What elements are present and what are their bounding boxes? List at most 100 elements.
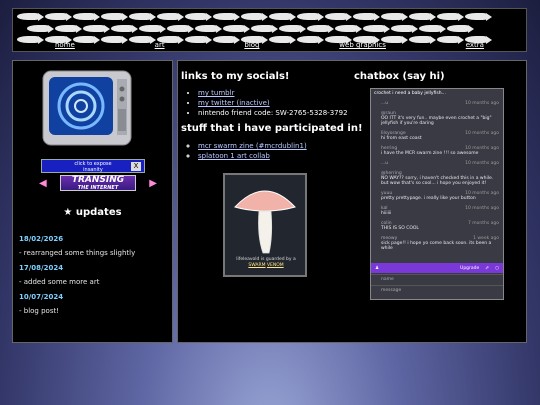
update-date: 10/07/2024	[19, 293, 64, 301]
fish-icon	[195, 25, 222, 33]
chat-top-message: crochet i need a baby jellyfish...	[374, 91, 446, 96]
chat-timestamp: 10 months ago	[465, 161, 499, 166]
mushroom-icon	[234, 190, 296, 254]
mushroom-caption: lifeleavold is guarded by a SWARM VENOM	[227, 257, 305, 269]
fish-icon	[353, 13, 380, 21]
nav-link-art[interactable]: art	[155, 41, 165, 49]
fish-icon	[185, 13, 212, 21]
chat-timestamp: 10 months ago	[465, 131, 499, 136]
user-icon[interactable]: ♟	[375, 266, 379, 271]
chat-timestamp: 10 months ago	[465, 191, 499, 196]
fish-icon	[213, 13, 240, 21]
nav-link-home[interactable]: home	[55, 41, 75, 49]
transing-badge[interactable]: ◀ TRANSING THE INTERNET ▶	[39, 175, 157, 191]
swarm-link[interactable]: SWARM	[248, 263, 265, 268]
chat-message: @raun OO ITT it's very fun.. maybe even c…	[371, 108, 503, 128]
external-link-icon[interactable]: ⇗	[485, 266, 489, 271]
fish-icon	[325, 13, 352, 21]
list-item: my tumblr	[198, 89, 348, 97]
chatbox-heading: chatbox (say hi)	[354, 71, 445, 82]
left-panel: click to expose insanity X ◀ TRANSING TH…	[12, 60, 173, 343]
fish-icon	[45, 13, 72, 21]
fish-icon	[129, 13, 156, 21]
chat-text: hiiiiii	[381, 211, 392, 216]
fish-icon	[335, 25, 362, 33]
nav-link-blog[interactable]: blog	[244, 41, 259, 49]
fish-icon	[83, 25, 110, 33]
chat-messages[interactable]: ...u 10 months ago @raun OO ITT it's very f…	[371, 98, 503, 253]
fish-icon	[409, 13, 436, 21]
chat-message: ...u 10 months ago	[371, 158, 503, 168]
chat-message: meowy 1 week ago sick page!! i hope yo com…	[371, 233, 503, 253]
fish-icon	[241, 13, 268, 21]
chat-message: yuuu 10 months ago pretty prettypage. i re…	[371, 188, 503, 203]
fish-icon	[269, 13, 296, 21]
list-item: mcr swarm zine (#mcrdublin1)	[198, 142, 307, 150]
chat-timestamp: 10 months ago	[465, 101, 499, 106]
socials-heading: links to my socials!	[181, 71, 290, 82]
fish-pattern-row	[13, 11, 526, 23]
fish-icon	[27, 25, 54, 33]
fish-icon	[419, 25, 446, 33]
fish-icon	[139, 25, 166, 33]
badge-line2: insanity	[83, 167, 103, 173]
list-item: my twitter (inactive)	[198, 99, 348, 107]
upgrade-link[interactable]: Upgrade	[460, 266, 479, 271]
chat-timestamp: 1 week ago	[473, 236, 499, 241]
chat-text: THIS IS SO COOL	[381, 226, 419, 231]
fish-icon	[167, 25, 194, 33]
fish-icon	[391, 25, 418, 33]
chat-text: sick page!! i hope yo come back soon. it…	[381, 241, 492, 251]
participated-heading: stuff that i have participated in!	[181, 123, 363, 134]
fish-icon	[223, 25, 250, 33]
chat-text: hi from east coast	[381, 136, 422, 141]
chat-message: herring 10 months ago i have the MCR swarm…	[371, 143, 503, 158]
fish-icon	[363, 25, 390, 33]
twitter-link[interactable]: my twitter (inactive)	[198, 99, 270, 107]
chat-message: @herring NO WAY?? sorry, i haven't checke…	[371, 168, 503, 188]
fish-icon	[447, 25, 474, 33]
fish-icon	[381, 13, 408, 21]
fish-icon	[157, 13, 184, 21]
nav-link-extra[interactable]: extra	[466, 41, 484, 49]
caption-text: lifeleavold is guarded by a	[236, 257, 296, 262]
socials-list: my tumblr my twitter (inactive) nintendo…	[198, 89, 348, 119]
chat-text: NO WAY?? sorry, i haven't checked this i…	[381, 176, 494, 186]
chat-message: kal 10 months ago hiiiiii	[371, 203, 503, 218]
updates-title: ★ updates	[63, 207, 122, 218]
mushroom-art: lifeleavold is guarded by a SWARM VENOM	[223, 173, 307, 277]
fish-icon	[101, 13, 128, 21]
message-field[interactable]: message	[371, 285, 503, 295]
participated-list: mcr swarm zine (#mcrdublin1) splatoon 1 …	[198, 142, 307, 162]
nav-link-web-graphics[interactable]: web graphics	[339, 41, 386, 49]
chat-text: OO ITT it's very fun.. maybe even croche…	[381, 116, 492, 126]
arrow-right-icon: ▶	[149, 177, 157, 189]
fish-icon	[297, 13, 324, 21]
chat-message: ...u 10 months ago	[371, 98, 503, 108]
chat-timestamp: 7 months ago	[467, 221, 499, 226]
chat-message: colin 7 months ago THIS IS SO COOL	[371, 218, 503, 233]
splatoon-collab-link[interactable]: splatoon 1 art collab	[198, 152, 270, 160]
close-icon: X	[131, 162, 141, 171]
insanity-badge[interactable]: click to expose insanity X	[41, 159, 145, 173]
fish-icon	[465, 13, 492, 21]
chat-message: lilsyorange 10 months ago hi from east coa…	[371, 128, 503, 143]
fish-icon	[307, 25, 334, 33]
chat-timestamp: 10 months ago	[465, 206, 499, 211]
chat-toolbar: ♟ Upgrade ⇗ ○	[371, 263, 503, 273]
mcr-zine-link[interactable]: mcr swarm zine (#mcrdublin1)	[198, 142, 307, 150]
fish-icon	[55, 25, 82, 33]
updates-list[interactable]: 18/02/2026 - rearranged some things slig…	[19, 235, 169, 339]
chatbox[interactable]: crochet i need a baby jellyfish... ...u 1…	[370, 88, 504, 300]
nav-links: home art blog web graphics extra	[13, 41, 526, 49]
fish-icon	[17, 13, 44, 21]
name-field[interactable]: name	[371, 274, 503, 284]
tumblr-link[interactable]: my tumblr	[198, 89, 234, 97]
fish-icon	[437, 13, 464, 21]
venom-link[interactable]: VENOM	[267, 263, 284, 268]
settings-icon[interactable]: ○	[495, 266, 499, 271]
chat-text: pretty prettypage. i really like your bu…	[381, 196, 476, 201]
transing-main: TRANSING	[71, 175, 125, 185]
fish-icon	[279, 25, 306, 33]
main-panel: links to my socials! my tumblr my twitte…	[177, 60, 527, 343]
